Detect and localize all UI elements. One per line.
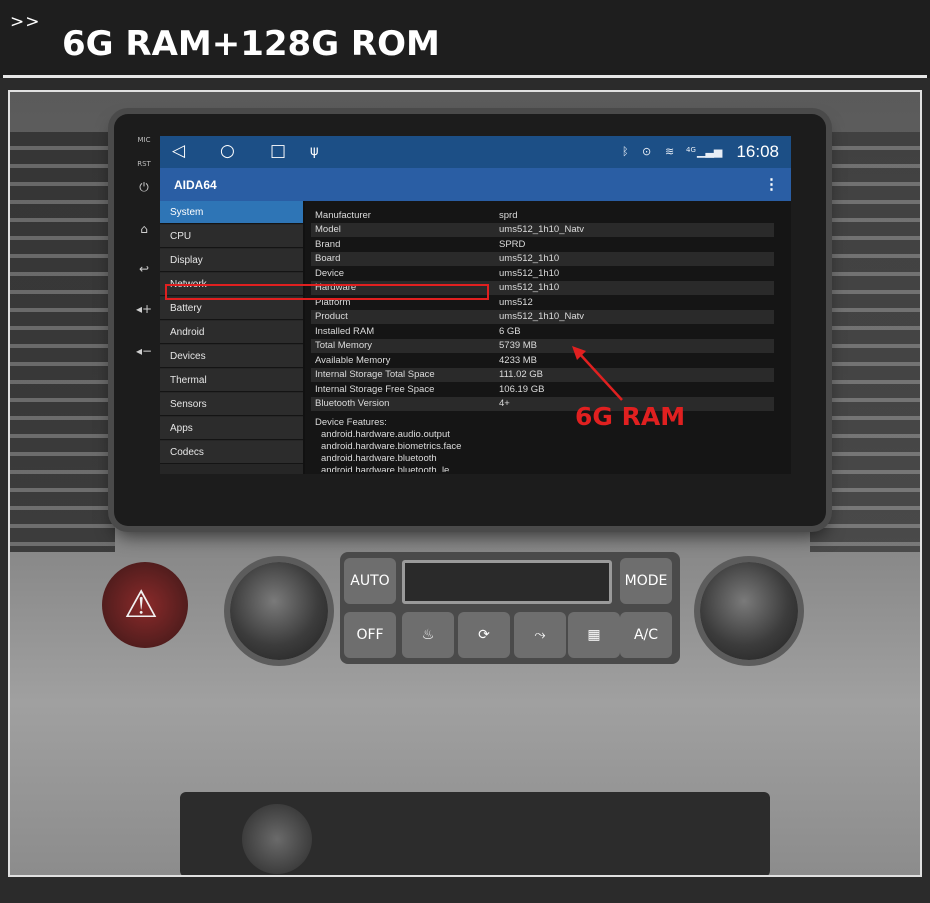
- auto-button: AUTO: [344, 558, 396, 604]
- off-button: OFF: [344, 612, 396, 658]
- info-row: Internal Storage Free Space 106.19 GB: [315, 384, 545, 395]
- ac-button: A/C: [620, 612, 672, 658]
- climate-panel: AUTO MODE OFF ♨ ⟳ ⤳ ▦ A/C: [340, 552, 680, 664]
- sidebar-item-codecs[interactable]: Codecs: [160, 441, 303, 464]
- mode-button: MODE: [620, 558, 672, 604]
- back-icon[interactable]: ◁: [172, 141, 185, 161]
- signal-icon: ▁▃▅: [697, 145, 723, 158]
- aida-sidebar: System CPU Display Network Battery Andro…: [160, 201, 303, 474]
- defrost-front-icon: ♨: [402, 612, 454, 658]
- info-row: Brand SPRD: [315, 239, 526, 250]
- sidebar-item-android[interactable]: Android: [160, 321, 303, 344]
- right-air-vent: [810, 132, 920, 552]
- header-banner: >> 6G RAM+128G ROM: [0, 0, 930, 78]
- hazard-icon: ⚠: [124, 582, 159, 626]
- left-climate-knob: [230, 562, 328, 660]
- info-row: Model ums512_1h10_Natv: [311, 223, 774, 237]
- lower-knob: [242, 804, 312, 874]
- power-icon[interactable]: ⏻: [128, 180, 160, 195]
- feature-item: android.hardware.biometrics.face: [321, 441, 462, 452]
- info-row: Bluetooth Version 4+: [311, 397, 774, 411]
- device-features-heading: Device Features:: [315, 417, 387, 428]
- volume-up-icon[interactable]: ◂+: [128, 302, 160, 316]
- highlight-box: [165, 284, 489, 300]
- back-icon[interactable]: ↩: [128, 262, 160, 276]
- info-row: Available Memory 4233 MB: [315, 355, 538, 366]
- location-icon: ⊙: [642, 145, 652, 158]
- home-icon[interactable]: ⌂: [128, 222, 160, 236]
- feature-item: android.hardware.bluetooth: [321, 453, 437, 464]
- system-info-panel: Manufacturer sprd Model ums512_1h10_Natv B…: [305, 201, 791, 474]
- usb-icon: ψ: [310, 144, 319, 159]
- info-row-installed-ram: Installed RAM 6 GB: [315, 326, 521, 337]
- reset-button[interactable]: RST: [128, 160, 160, 168]
- sidebar-item-display[interactable]: Display: [160, 249, 303, 272]
- ram-callout: 6G RAM: [575, 402, 686, 431]
- defrost-rear-icon: ▦: [568, 612, 620, 658]
- left-air-vent: [10, 132, 115, 552]
- product-photo: MIC RST ⏻ ⌂ ↩ ◂+ ◂− ◁ ○ □ ψ ᛒ ⊙ ≋ 4G ▁▃▅…: [8, 90, 922, 877]
- recents-icon[interactable]: □: [270, 141, 286, 161]
- app-title: AIDA64: [174, 178, 217, 192]
- feature-item: android.hardware.audio.output: [321, 429, 450, 440]
- app-bar: AIDA64 ⋮: [160, 168, 791, 201]
- status-clock: 16:08: [736, 142, 779, 161]
- banner-title: 6G RAM+128G ROM: [62, 24, 440, 64]
- info-row: Manufacturer sprd: [315, 210, 518, 221]
- info-row: Product ums512_1h10_Natv: [311, 310, 774, 324]
- overflow-menu-icon[interactable]: ⋮: [764, 175, 779, 193]
- info-row: Total Memory 5739 MB: [311, 339, 774, 353]
- recirculation-icon: ⟳: [458, 612, 510, 658]
- android-screen: ◁ ○ □ ψ ᛒ ⊙ ≋ 4G ▁▃▅ 16:08 AIDA64 ⋮ Syst…: [160, 136, 791, 474]
- network-type-label: 4G: [686, 146, 696, 154]
- sidebar-item-cpu[interactable]: CPU: [160, 225, 303, 248]
- sidebar-item-devices[interactable]: Devices: [160, 345, 303, 368]
- fan-knob: [700, 562, 798, 660]
- sidebar-item-battery[interactable]: Battery: [160, 297, 303, 320]
- fresh-air-icon: ⤳: [514, 612, 566, 658]
- climate-display: [402, 560, 612, 604]
- side-button-column: MIC RST ⏻ ⌂ ↩ ◂+ ◂−: [128, 136, 160, 386]
- home-icon[interactable]: ○: [220, 141, 235, 161]
- sidebar-item-thermal[interactable]: Thermal: [160, 369, 303, 392]
- info-row: Internal Storage Total Space 111.02 GB: [311, 368, 774, 382]
- info-row: Device ums512_1h10: [315, 268, 560, 279]
- sidebar-item-system[interactable]: System: [160, 201, 303, 224]
- info-row: Board ums512_1h10: [311, 252, 774, 266]
- sidebar-item-apps[interactable]: Apps: [160, 417, 303, 440]
- volume-down-icon[interactable]: ◂−: [128, 344, 160, 358]
- chevron-icon: >>: [10, 12, 41, 32]
- bluetooth-icon: ᛒ: [622, 145, 629, 158]
- status-bar: ◁ ○ □ ψ ᛒ ⊙ ≋ 4G ▁▃▅ 16:08: [160, 136, 791, 168]
- sidebar-item-sensors[interactable]: Sensors: [160, 393, 303, 416]
- wifi-icon: ≋: [665, 145, 675, 158]
- mic-label: MIC: [137, 136, 151, 144]
- feature-item: android.hardware.bluetooth_le: [321, 465, 450, 472]
